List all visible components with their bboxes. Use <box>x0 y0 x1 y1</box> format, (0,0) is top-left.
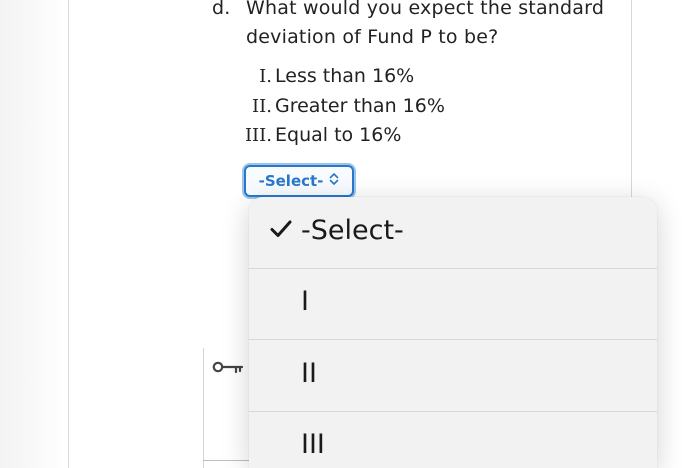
answer-select-button[interactable]: -Select- <box>244 165 354 197</box>
dropdown-item-select[interactable]: -Select- <box>249 197 657 269</box>
question-text: What would you expect the standard devia… <box>246 0 605 48</box>
option-text: Greater than 16% <box>275 95 445 117</box>
question-marker: d. <box>212 0 231 19</box>
option-text: Equal to 16% <box>275 124 402 146</box>
key-icon[interactable] <box>212 358 244 376</box>
dropdown-item-label: I <box>301 286 309 317</box>
dropdown-item-label: III <box>301 429 325 460</box>
dropdown-item-i[interactable]: I <box>249 268 657 340</box>
dropdown-item-label: -Select- <box>301 215 404 246</box>
dropdown-item-iii[interactable]: III <box>249 411 657 468</box>
checkmark-icon <box>269 217 293 241</box>
updown-chevron-icon <box>329 172 339 190</box>
inner-divider <box>203 348 204 468</box>
option-text: Less than 16% <box>275 65 415 87</box>
dropdown-item-ii[interactable]: II <box>249 340 657 412</box>
select-dropdown-menu: -Select- I II III <box>249 197 657 468</box>
option-numeral: III. <box>244 125 272 146</box>
option-numeral: II. <box>252 96 272 117</box>
option-numeral: I. <box>259 66 272 87</box>
select-label: -Select- <box>258 172 324 190</box>
dropdown-item-label: II <box>301 358 317 389</box>
